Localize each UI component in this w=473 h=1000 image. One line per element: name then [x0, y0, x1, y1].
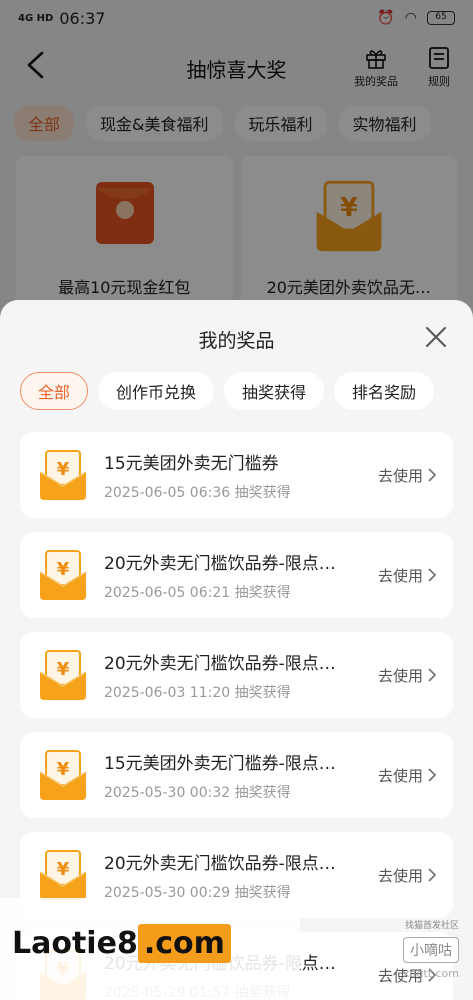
watermark-site: xdgtt.com [402, 967, 459, 980]
prize-meta: 2025-05-30 00:32 抽奖获得 [104, 784, 291, 801]
svg-text:¥: ¥ [57, 559, 70, 580]
use-button[interactable]: 去使用 [378, 465, 437, 486]
svg-text:¥: ¥ [57, 859, 70, 880]
filter-ranking[interactable]: 排名奖励 [334, 372, 435, 410]
svg-text:¥: ¥ [57, 459, 70, 480]
prize-row[interactable]: ¥20元外卖无门槛饮品券-限点… 2025-06-05 06:21 抽奖获得 去使用 [20, 532, 453, 618]
chevron-right-icon [428, 768, 437, 782]
sheet-header: 我的奖品 [0, 300, 473, 372]
svg-text:¥: ¥ [57, 759, 70, 780]
close-icon[interactable] [425, 326, 447, 348]
watermark-logo: Laotie8 .com [12, 924, 231, 963]
use-button[interactable]: 去使用 [378, 665, 437, 686]
prize-title: 20元外卖无门槛饮品券-限点… [104, 553, 336, 574]
use-button[interactable]: 去使用 [378, 565, 437, 586]
chevron-right-icon [428, 568, 437, 582]
prize-filter-tabs: 全部 创作币兑换 抽奖获得 排名奖励 [0, 372, 473, 412]
prize-meta: 2025-06-05 06:21 抽奖获得 [104, 584, 291, 601]
prize-title: 20元外卖无门槛饮品券-限点… [104, 653, 336, 674]
use-button-label: 去使用 [377, 566, 423, 585]
prize-title: 20元外卖无门槛饮品券-限点… [104, 853, 336, 874]
use-button-label: 去使用 [377, 866, 423, 885]
filter-all[interactable]: 全部 [20, 372, 89, 410]
prize-row-text: 20元外卖无门槛饮品券-限点… 2025-05-30 00:29 抽奖获得 [104, 849, 364, 902]
prize-row-text: 20元外卖无门槛饮品券-限点… 2025-06-03 11:20 抽奖获得 [104, 649, 364, 702]
yuan-coupon-icon: ¥ [39, 450, 87, 500]
prize-row[interactable]: ¥20元外卖无门槛饮品券-限点… 2025-06-03 11:20 抽奖获得 去使用 [20, 632, 453, 718]
use-button-label: 去使用 [377, 466, 423, 485]
watermark-suffix: .com [137, 924, 231, 963]
prize-row-text: 15元美团外卖无门槛券 2025-06-05 06:36 抽奖获得 [104, 449, 364, 502]
yuan-coupon-icon: ¥ [39, 650, 87, 700]
prize-row-text: 20元外卖无门槛饮品券-限点… 2025-06-05 06:21 抽奖获得 [104, 549, 364, 602]
prize-meta: 2025-06-03 11:20 抽奖获得 [104, 684, 291, 701]
yuan-coupon-icon: ¥ [39, 850, 87, 900]
watermark-small-text: 找猫首发社区 [404, 921, 459, 931]
chevron-right-icon [428, 668, 437, 682]
filter-coin-exchange[interactable]: 创作币兑换 [98, 372, 215, 410]
watermark-badge-group: 找猫首发社区 小嘀咕 xdgtt.com [403, 918, 459, 980]
use-button-label: 去使用 [377, 766, 423, 785]
chevron-right-icon [428, 468, 437, 482]
watermark-badge: 小嘀咕 [403, 937, 459, 963]
prize-title: 15元美团外卖无门槛券-限点… [104, 753, 336, 774]
prize-title: 15元美团外卖无门槛券 [104, 453, 279, 474]
use-button-label: 去使用 [377, 666, 423, 685]
yuan-coupon-icon: ¥ [39, 550, 87, 600]
my-prizes-sheet: 我的奖品 全部 创作币兑换 抽奖获得 排名奖励 ¥15元美团外卖无门槛券 2025… [0, 300, 473, 1000]
svg-text:¥: ¥ [57, 659, 70, 680]
chevron-right-icon [428, 868, 437, 882]
prize-row[interactable]: ¥15元美团外卖无门槛券-限点… 2025-05-30 00:32 抽奖获得 去使用 [20, 732, 453, 818]
use-button[interactable]: 去使用 [378, 765, 437, 786]
use-button[interactable]: 去使用 [378, 865, 437, 886]
watermark-prefix: Laotie8 [12, 926, 138, 961]
prize-row-text: 15元美团外卖无门槛券-限点… 2025-05-30 00:32 抽奖获得 [104, 749, 364, 802]
filter-lottery[interactable]: 抽奖获得 [224, 372, 325, 410]
sheet-title: 我的奖品 [198, 330, 275, 352]
prize-row[interactable]: ¥15元美团外卖无门槛券 2025-06-05 06:36 抽奖获得 去使用 [20, 432, 453, 518]
yuan-coupon-icon: ¥ [39, 750, 87, 800]
prize-meta: 2025-06-05 06:36 抽奖获得 [104, 484, 291, 501]
